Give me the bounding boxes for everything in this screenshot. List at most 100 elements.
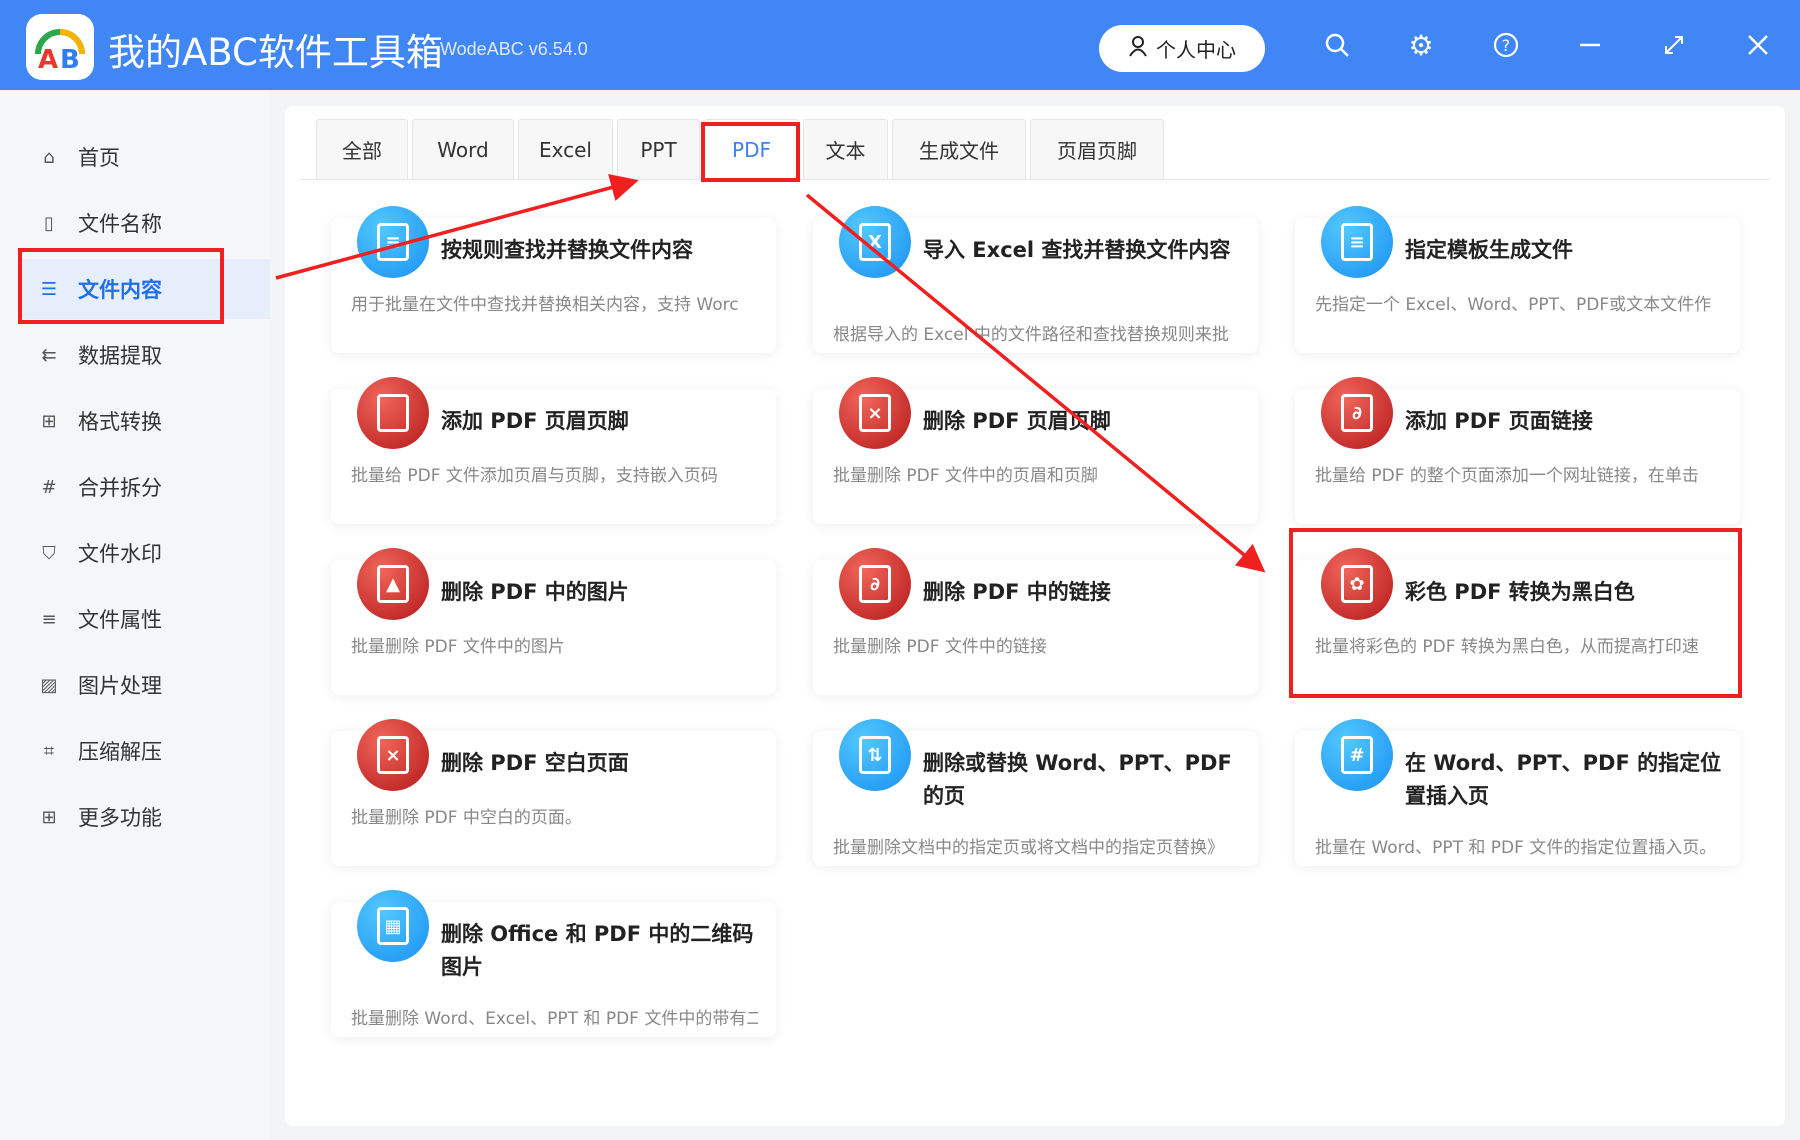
tool-title: 删除 PDF 中的链接	[923, 580, 1111, 604]
tool-glyph-icon: X	[859, 223, 891, 261]
tool-icon: ⇅	[839, 719, 911, 791]
svg-text:B: B	[60, 45, 80, 75]
tool-card[interactable]: ▦ 删除 Office 和 PDF 中的二维码图片 批量删除 Word、Exce…	[331, 890, 776, 1037]
tool-description: 批量删除 PDF 文件中的图片	[351, 637, 565, 657]
tool-card[interactable]: ✿ 彩色 PDF 转换为黑白色 批量将彩色的 PDF 转换为黑白色，从而提高打印…	[1295, 548, 1740, 695]
user-center-label: 个人中心	[1156, 38, 1236, 62]
title-bar: AB 我的ABC软件工具箱 WodeABC v6.54.0 个人中心 ⚙ ?	[0, 0, 1800, 90]
tab-3[interactable]: PPT	[617, 119, 700, 179]
tool-description: 批量将彩色的 PDF 转换为黑白色，从而提高打印速	[1315, 637, 1699, 657]
tool-card[interactable]: ≡ 指定模板生成文件 先指定一个 Excel、Word、PPT、PDF或文本文件…	[1295, 206, 1740, 353]
tool-description: 批量给 PDF 的整个页面添加一个网址链接，在单击	[1315, 466, 1699, 486]
tool-title: 删除 Office 和 PDF 中的二维码图片	[441, 922, 754, 979]
tab-4[interactable]: PDF	[704, 119, 799, 179]
sidebar-icon: ⌗	[43, 740, 55, 762]
sidebar-item-4[interactable]: ⊞ 格式转换	[20, 391, 270, 451]
sidebar-item-9[interactable]: ⌗ 压缩解压	[20, 721, 270, 781]
tool-card[interactable]: × 删除 PDF 空白页面 批量删除 PDF 中空白的页面。	[331, 719, 776, 866]
tool-title: 删除 PDF 中的图片	[441, 580, 629, 604]
tool-icon: ▲	[357, 548, 429, 620]
tool-glyph-icon: ×	[377, 736, 409, 774]
tool-description: 用于批量在文件中查找并替换相关内容，支持 Worc	[351, 295, 739, 315]
tool-card[interactable]: # 在 Word、PPT、PDF 的指定位置插入页 批量在 Word、PPT 和…	[1295, 719, 1740, 866]
maximize-icon[interactable]	[1657, 28, 1691, 62]
sidebar-icon: ⇇	[41, 344, 57, 366]
tool-title: 删除 PDF 空白页面	[441, 751, 629, 775]
sidebar-item-0[interactable]: ⌂ 首页	[20, 127, 270, 187]
sidebar-item-7[interactable]: ≡ 文件属性	[20, 589, 270, 649]
tab-divider	[300, 179, 1770, 180]
sidebar-icon: ⛉	[42, 542, 56, 564]
tool-title: 导入 Excel 查找并替换文件内容	[923, 238, 1231, 262]
close-icon[interactable]	[1741, 28, 1775, 62]
user-icon	[1128, 35, 1148, 62]
sidebar-item-10[interactable]: ⊞ 更多功能	[20, 787, 270, 847]
sidebar-icon: ☰	[40, 278, 58, 300]
app-version: WodeABC v6.54.0	[440, 39, 588, 59]
tool-glyph-icon: ∂	[859, 565, 891, 603]
tool-card[interactable]: ∂ 删除 PDF 中的链接 批量删除 PDF 文件中的链接	[813, 548, 1258, 695]
sidebar-item-2[interactable]: ☰ 文件内容	[20, 259, 270, 319]
sidebar: ⌂ 首页 ▯ 文件名称 ☰ 文件内容 ⇇ 数据提取 ⊞ 格式转换 # 合并拆分 ⛉ 文件水印 ≡ 文件属性 ▨ 图…	[0, 90, 270, 1140]
app-title: 我的ABC软件工具箱	[108, 31, 443, 74]
tool-icon: ∂	[839, 548, 911, 620]
tool-card[interactable]: × 删除 PDF 页眉页脚 批量删除 PDF 文件中的页眉和页脚	[813, 377, 1258, 524]
tool-card[interactable]: ⇅ 删除或替换 Word、PPT、PDF 的页 批量删除文档中的指定页或将文档中…	[813, 719, 1258, 866]
minimize-icon[interactable]	[1573, 28, 1607, 62]
sidebar-item-label: 文件内容	[78, 278, 162, 302]
tool-title: 添加 PDF 页眉页脚	[441, 409, 629, 433]
tool-description: 批量删除文档中的指定页或将文档中的指定页替换》	[833, 838, 1224, 858]
tool-glyph-icon: ▲	[377, 565, 409, 603]
tool-icon: ×	[357, 719, 429, 791]
tool-card[interactable]: ∂ 添加 PDF 页面链接 批量给 PDF 的整个页面添加一个网址链接，在单击	[1295, 377, 1740, 524]
sidebar-icon: ⊞	[41, 806, 57, 828]
tool-glyph-icon: ✿	[1341, 565, 1373, 603]
sidebar-item-label: 压缩解压	[78, 740, 162, 764]
tab-6[interactable]: 生成文件	[892, 119, 1026, 179]
sidebar-item-6[interactable]: ⛉ 文件水印	[20, 523, 270, 583]
sidebar-item-label: 首页	[78, 146, 120, 170]
tool-title: 按规则查找并替换文件内容	[441, 238, 693, 262]
svg-text:A: A	[38, 45, 58, 75]
tool-icon	[357, 377, 429, 449]
sidebar-icon: ⊞	[41, 410, 57, 432]
tool-glyph-icon: ⇅	[859, 736, 891, 774]
tool-icon: ▦	[357, 890, 429, 962]
tab-0[interactable]: 全部	[316, 119, 408, 179]
sidebar-icon: #	[41, 476, 57, 498]
tool-description: 批量在 Word、PPT 和 PDF 文件的指定位置插入页。	[1315, 838, 1717, 858]
help-icon[interactable]: ?	[1489, 28, 1523, 62]
sidebar-icon: ▯	[44, 212, 54, 234]
tab-2[interactable]: Excel	[518, 119, 613, 179]
tab-7[interactable]: 页眉页脚	[1030, 119, 1164, 179]
sidebar-icon: ⌂	[43, 146, 55, 168]
tab-5[interactable]: 文本	[803, 119, 888, 179]
tool-icon: ✿	[1321, 548, 1393, 620]
sidebar-item-8[interactable]: ▨ 图片处理	[20, 655, 270, 715]
tool-description: 批量删除 PDF 中空白的页面。	[351, 808, 582, 828]
tool-glyph-icon: ▦	[377, 907, 409, 945]
search-icon[interactable]	[1320, 28, 1354, 62]
tool-description: 批量删除 Word、Excel、PPT 和 PDF 文件中的带有二	[351, 1009, 758, 1029]
tool-title: 彩色 PDF 转换为黑白色	[1405, 580, 1635, 604]
tool-card[interactable]: ▲ 删除 PDF 中的图片 批量删除 PDF 文件中的图片	[331, 548, 776, 695]
tab-1[interactable]: Word	[412, 119, 514, 179]
app-logo: AB	[26, 14, 94, 80]
tool-glyph-icon: ≡	[377, 223, 409, 261]
tool-card[interactable]: ≡ 按规则查找并替换文件内容 用于批量在文件中查找并替换相关内容，支持 Worc	[331, 206, 776, 353]
tool-glyph-icon: ×	[859, 394, 891, 432]
sidebar-item-3[interactable]: ⇇ 数据提取	[20, 325, 270, 385]
tool-card[interactable]: X 导入 Excel 查找并替换文件内容 根据导入的 Excel 中的文件路径和…	[813, 206, 1258, 353]
tool-icon: ≡	[1321, 206, 1393, 278]
tool-card[interactable]: 添加 PDF 页眉页脚 批量给 PDF 文件添加页眉与页脚，支持嵌入页码	[331, 377, 776, 524]
user-center-button[interactable]: 个人中心	[1099, 25, 1265, 72]
sidebar-item-label: 数据提取	[78, 344, 162, 368]
svg-text:?: ?	[1502, 36, 1511, 55]
sidebar-item-5[interactable]: # 合并拆分	[20, 457, 270, 517]
sidebar-item-1[interactable]: ▯ 文件名称	[20, 193, 270, 253]
tool-description: 批量给 PDF 文件添加页眉与页脚，支持嵌入页码	[351, 466, 718, 486]
sidebar-item-label: 文件属性	[78, 608, 162, 632]
tool-glyph-icon	[377, 394, 409, 432]
tool-description: 先指定一个 Excel、Word、PPT、PDF或文本文件作	[1315, 295, 1712, 315]
gear-icon[interactable]: ⚙	[1404, 28, 1438, 62]
